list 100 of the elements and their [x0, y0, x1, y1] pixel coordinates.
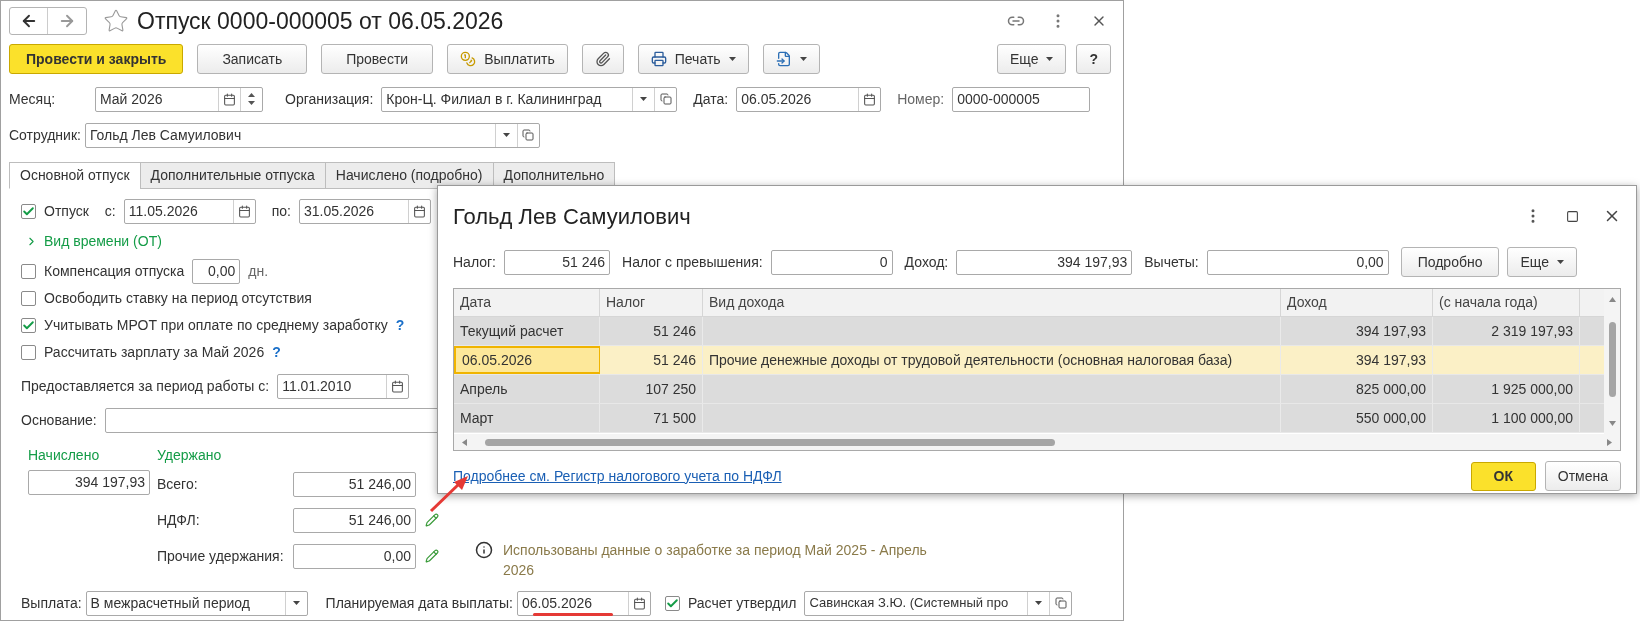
- column-header[interactable]: Доход: [1281, 289, 1433, 316]
- printer-icon: [650, 51, 667, 67]
- table-row[interactable]: Апрель 107 250 825 000,00 1 925 000,00: [454, 375, 1604, 404]
- ok-button[interactable]: ОК: [1470, 461, 1536, 491]
- checkbox[interactable]: [664, 595, 680, 611]
- table-row[interactable]: Текущий расчет 51 246 394 197,93 2 319 197,93: [454, 317, 1604, 346]
- input-field[interactable]: 394 197,93: [956, 249, 1133, 275]
- coins-icon: [460, 51, 477, 67]
- table-cell-text: 550 000,00: [1354, 408, 1427, 428]
- caret-icon: [1046, 57, 1054, 61]
- info-text: Использованы данные о заработке за период Май 2025 - Апрель 2026: [503, 541, 928, 580]
- checkbox[interactable]: [21, 264, 36, 279]
- label: Расчет утвердил: [687, 593, 797, 613]
- pencil-icon[interactable]: [425, 513, 439, 527]
- column-header[interactable]: Налог: [600, 289, 703, 316]
- print-button[interactable]: Печать: [637, 44, 749, 74]
- more-button[interactable]: Еще: [1507, 247, 1577, 277]
- label: Рассчитать зарплату за Май 2026: [44, 343, 265, 362]
- calendar-icon: [223, 92, 236, 106]
- cancel-button[interactable]: Отмена: [1544, 461, 1621, 491]
- help-button[interactable]: ?: [1076, 44, 1111, 74]
- checkbox[interactable]: [21, 318, 36, 333]
- post-and-close-button[interactable]: Провести и закрыть: [9, 44, 184, 74]
- scroll-thumb[interactable]: [485, 438, 1055, 446]
- date-field[interactable]: 06.05.2026: [516, 590, 651, 616]
- scroll-left-icon[interactable]: [462, 438, 467, 446]
- table-cell-text: 1 100 000,00: [1490, 408, 1574, 428]
- input-field[interactable]: В межрасчетный период: [85, 590, 308, 616]
- caret-icon: [640, 97, 648, 101]
- star-icon[interactable]: [103, 8, 129, 34]
- column-header[interactable]: Дата: [454, 289, 600, 316]
- pay-button[interactable]: Выплатить: [447, 44, 568, 74]
- tab[interactable]: Начислено (подробно): [324, 162, 494, 189]
- table-cell-text: 2 319 197,93: [1490, 321, 1574, 341]
- number-field[interactable]: 0000-000005: [952, 86, 1091, 112]
- label: Предоставляется за период работы с:: [21, 376, 270, 396]
- scroll-down-icon[interactable]: [1608, 421, 1616, 426]
- accrued-field[interactable]: 394 197,93: [28, 470, 150, 495]
- scroll-up-icon[interactable]: [1608, 297, 1616, 302]
- tab[interactable]: Основной отпуск: [9, 162, 141, 189]
- checkbox[interactable]: [21, 291, 36, 306]
- maximize-icon[interactable]: [1566, 209, 1579, 223]
- document-arrow-icon: [775, 51, 792, 67]
- label: Месяц:: [9, 89, 57, 109]
- table-cell-text: 825 000,00: [1354, 379, 1427, 399]
- dialog-title: Гольд Лев Самуилович: [453, 202, 692, 231]
- input-field[interactable]: 06.05.2026: [736, 86, 882, 112]
- table-row[interactable]: Март 71 500 550 000,00 1 100 000,00: [454, 404, 1604, 433]
- input-field[interactable]: 51 246: [504, 249, 610, 275]
- column-header[interactable]: (с начала года): [1433, 289, 1580, 316]
- scroll-right-icon[interactable]: [1607, 438, 1612, 446]
- input-field[interactable]: 31.05.2026: [299, 198, 431, 224]
- vertical-scrollbar[interactable]: [1604, 289, 1620, 434]
- export-button[interactable]: [762, 44, 820, 74]
- label: Номер:: [897, 89, 945, 109]
- calendar-icon: [413, 204, 426, 218]
- table-cell-text: 51 246: [652, 350, 697, 370]
- column-header[interactable]: Вид дохода: [703, 289, 1281, 316]
- label: по:: [271, 201, 291, 221]
- section-heading: Начислено: [28, 446, 101, 465]
- input-field[interactable]: 0,00: [1206, 249, 1389, 275]
- toolbar-button[interactable]: Провести: [321, 44, 434, 74]
- input-field[interactable]: 0: [770, 249, 893, 275]
- table-row[interactable]: 06.05.2026 51 246 Прочие денежные доходы от трудовой деятельности (основная налоговая база) 394 197,93: [454, 346, 1604, 375]
- attach-button[interactable]: [581, 44, 624, 74]
- amount-field[interactable]: 0,00: [293, 543, 416, 569]
- input-field[interactable]: 11.05.2026: [123, 198, 256, 224]
- checkbox[interactable]: [21, 203, 36, 219]
- checkbox[interactable]: [21, 345, 36, 360]
- time-type-link[interactable]: Вид времени (ОТ): [44, 231, 162, 252]
- horizontal-scrollbar[interactable]: [454, 434, 1620, 450]
- info-icon: [475, 541, 493, 559]
- input-field[interactable]: Гольд Лев Самуилович: [84, 122, 540, 148]
- pencil-icon[interactable]: [425, 549, 439, 563]
- label: Отпуск: [44, 201, 89, 221]
- label: Налог:: [453, 252, 496, 272]
- toolbar-button[interactable]: Записать: [197, 44, 308, 74]
- open-icon: [522, 129, 535, 141]
- details-button[interactable]: Подробно: [1400, 247, 1500, 277]
- input-field[interactable]: Савинская З.Ю. (Системный про: [804, 590, 1073, 616]
- label: Вычеты:: [1144, 252, 1199, 272]
- more-button[interactable]: Еще: [996, 44, 1067, 74]
- amount-field[interactable]: 51 246,00: [293, 471, 416, 497]
- label: Организация:: [285, 89, 374, 109]
- input-field[interactable]: Май 2026: [95, 86, 263, 112]
- tab[interactable]: Дополнительные отпуска: [139, 162, 326, 189]
- label: с:: [104, 201, 116, 221]
- input-field[interactable]: 11.01.2010: [277, 373, 410, 399]
- open-icon: [1055, 597, 1067, 609]
- scroll-thumb[interactable]: [1608, 322, 1616, 397]
- input-field[interactable]: Крон-Ц. Филиал в г. Калининград: [381, 86, 678, 112]
- days-field[interactable]: 0,00: [192, 259, 241, 284]
- window-title: Отпуск 0000-000005 от 06.05.2026: [137, 6, 505, 36]
- section-heading: Удержано: [157, 446, 223, 465]
- label: Учитывать МРОТ при оплате по среднему заработку: [44, 316, 388, 335]
- table-cell-text: 1 925 000,00: [1490, 379, 1574, 399]
- label: Налог с превышения:: [622, 252, 763, 272]
- label: Выплата:: [21, 593, 82, 613]
- amount-field[interactable]: 51 246,00: [293, 507, 416, 533]
- register-link[interactable]: Подробнее см. Регистр налогового учета по НДФЛ: [453, 465, 1471, 487]
